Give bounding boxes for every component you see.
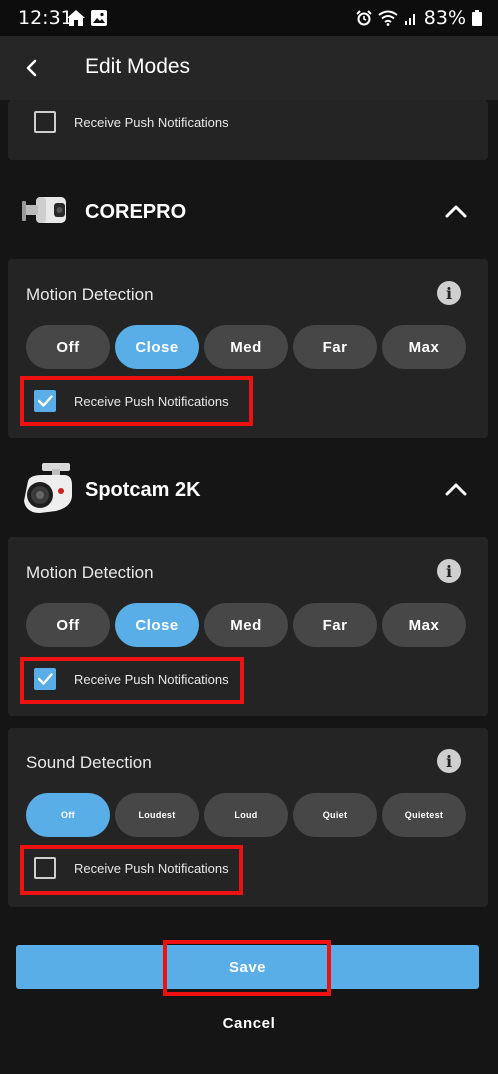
home-icon xyxy=(67,10,85,26)
wifi-icon xyxy=(378,10,398,26)
motion-option-max[interactable]: Max xyxy=(382,325,466,369)
chevron-left-icon xyxy=(26,59,37,77)
device-name-corepro: COREPRO xyxy=(85,201,187,223)
cancel-button[interactable]: Cancel xyxy=(0,1015,498,1032)
collapse-spotcam-button[interactable] xyxy=(442,475,470,503)
motion-option-off[interactable]: Off xyxy=(26,603,110,647)
highlight-spotcam-sound-notifications xyxy=(20,845,243,895)
motion-sensitivity-selector: Off Close Med Far Max xyxy=(26,603,466,647)
highlight-spotcam-motion-notifications xyxy=(20,657,244,704)
status-time: 12:31 xyxy=(18,7,73,29)
info-icon[interactable]: i xyxy=(437,749,461,773)
motion-option-off[interactable]: Off xyxy=(26,325,110,369)
camera-corepro-icon xyxy=(22,197,66,223)
device-name-spotcam: Spotcam 2K xyxy=(85,479,201,501)
motion-option-med[interactable]: Med xyxy=(204,603,288,647)
section-title-sound: Sound Detection xyxy=(26,753,152,772)
section-title-motion: Motion Detection xyxy=(26,285,154,304)
motion-option-far[interactable]: Far xyxy=(293,325,377,369)
battery-percent: 83% xyxy=(423,7,466,29)
app-header: Edit Modes xyxy=(0,36,498,100)
device-header-corepro: COREPRO xyxy=(0,181,498,241)
status-bar: 12:31 83% xyxy=(0,0,498,36)
previous-device-card: Receive Push Notifications xyxy=(8,100,488,160)
page-title: Edit Modes xyxy=(85,55,191,78)
info-icon[interactable]: i xyxy=(437,559,461,583)
status-notification-icons xyxy=(66,9,108,27)
sound-option-off[interactable]: Off xyxy=(26,793,110,837)
sound-option-loud[interactable]: Loud xyxy=(204,793,288,837)
back-button[interactable] xyxy=(18,54,46,82)
info-icon[interactable]: i xyxy=(437,281,461,305)
signal-icon xyxy=(404,14,415,25)
battery-icon xyxy=(472,10,482,26)
sound-sensitivity-selector: Off Loudest Loud Quiet Quietest xyxy=(26,793,466,837)
push-notifications-checkbox[interactable] xyxy=(34,111,56,133)
motion-option-close[interactable]: Close xyxy=(115,325,199,369)
motion-option-med[interactable]: Med xyxy=(204,325,288,369)
device-header-spotcam: Spotcam 2K xyxy=(0,459,498,519)
alarm-icon xyxy=(356,10,372,26)
camera-spotcam-icon xyxy=(24,463,72,513)
highlight-save-button xyxy=(163,940,331,996)
motion-option-max[interactable]: Max xyxy=(382,603,466,647)
highlight-corepro-notifications xyxy=(20,376,253,426)
motion-option-close[interactable]: Close xyxy=(115,603,199,647)
chevron-up-icon xyxy=(445,483,467,496)
push-notifications-label: Receive Push Notifications xyxy=(74,114,229,130)
chevron-up-icon xyxy=(445,205,467,218)
sound-option-loudest[interactable]: Loudest xyxy=(115,793,199,837)
motion-option-far[interactable]: Far xyxy=(293,603,377,647)
sound-option-quiet[interactable]: Quiet xyxy=(293,793,377,837)
collapse-corepro-button[interactable] xyxy=(442,197,470,225)
section-title-motion: Motion Detection xyxy=(26,563,154,582)
image-icon xyxy=(91,10,107,26)
sound-option-quietest[interactable]: Quietest xyxy=(382,793,466,837)
motion-sensitivity-selector: Off Close Med Far Max xyxy=(26,325,466,369)
status-right-icons: 83% xyxy=(356,7,482,29)
push-notifications-row[interactable]: Receive Push Notifications xyxy=(34,111,229,133)
